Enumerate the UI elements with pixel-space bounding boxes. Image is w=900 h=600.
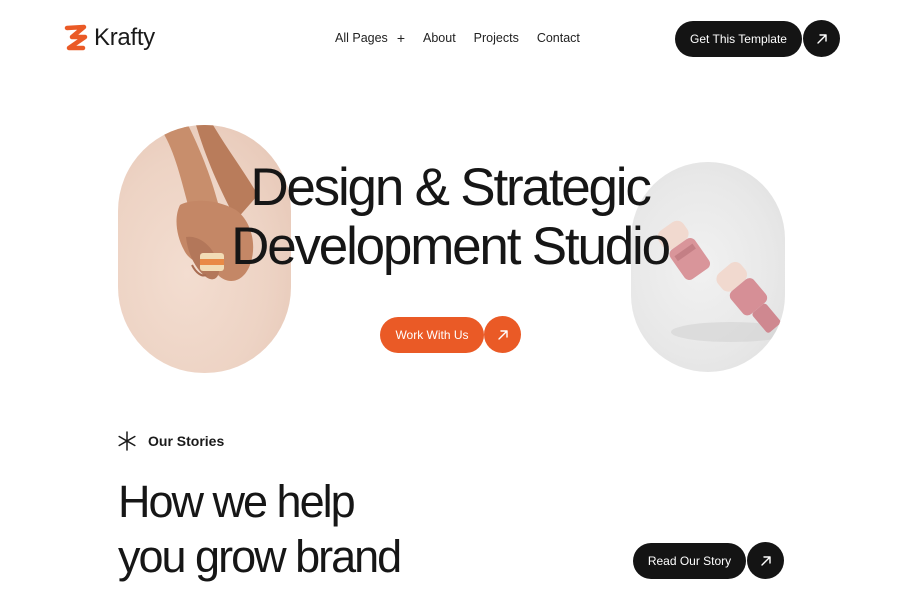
work-with-us-button[interactable]: Work With Us bbox=[380, 316, 484, 353]
stories-label-text: Our Stories bbox=[148, 433, 225, 449]
plus-icon: + bbox=[396, 30, 405, 46]
arrow-up-right-icon bbox=[497, 329, 508, 340]
stories-heading-line1: How we help bbox=[118, 476, 356, 527]
logo[interactable]: Krafty bbox=[64, 24, 155, 52]
read-our-story-button[interactable]: Read Our Story bbox=[633, 542, 746, 579]
stories-heading-line2: you grow brand bbox=[118, 531, 402, 582]
nav-item-projects[interactable]: Projects bbox=[474, 31, 519, 45]
read-our-story-cta: Read Our Story bbox=[633, 542, 784, 579]
work-with-us-arrow-button[interactable] bbox=[484, 316, 521, 353]
asterisk-icon bbox=[118, 431, 136, 451]
nav-item-label: All Pages bbox=[335, 31, 388, 45]
hero-title-line2: Development Studio bbox=[231, 217, 671, 276]
logo-text: Krafty bbox=[94, 24, 155, 51]
main-nav: All Pages + About Projects Contact bbox=[335, 31, 580, 45]
arrow-up-right-icon bbox=[816, 33, 827, 44]
get-template-cta: Get This Template bbox=[675, 20, 840, 57]
stories-label: Our Stories bbox=[117, 431, 224, 451]
logo-mark-icon bbox=[64, 24, 88, 51]
stories-heading: How we help you grow brand bbox=[118, 474, 402, 584]
get-template-arrow-button[interactable] bbox=[803, 20, 840, 57]
work-with-us-cta: Work With Us bbox=[380, 316, 521, 353]
nav-item-contact[interactable]: Contact bbox=[537, 31, 580, 45]
nav-item-all-pages[interactable]: All Pages + bbox=[335, 31, 405, 45]
nav-item-label: About bbox=[423, 31, 456, 45]
hero-title: Design & Strategic Development Studio bbox=[180, 158, 720, 276]
nav-item-label: Projects bbox=[473, 31, 519, 45]
read-our-story-arrow-button[interactable] bbox=[747, 542, 784, 579]
get-template-button[interactable]: Get This Template bbox=[675, 20, 802, 57]
nav-item-about[interactable]: About bbox=[423, 31, 456, 45]
arrow-up-right-icon bbox=[760, 555, 771, 566]
nav-item-label: Contact bbox=[536, 31, 580, 45]
hero-title-line1: Design & Strategic bbox=[250, 158, 652, 217]
